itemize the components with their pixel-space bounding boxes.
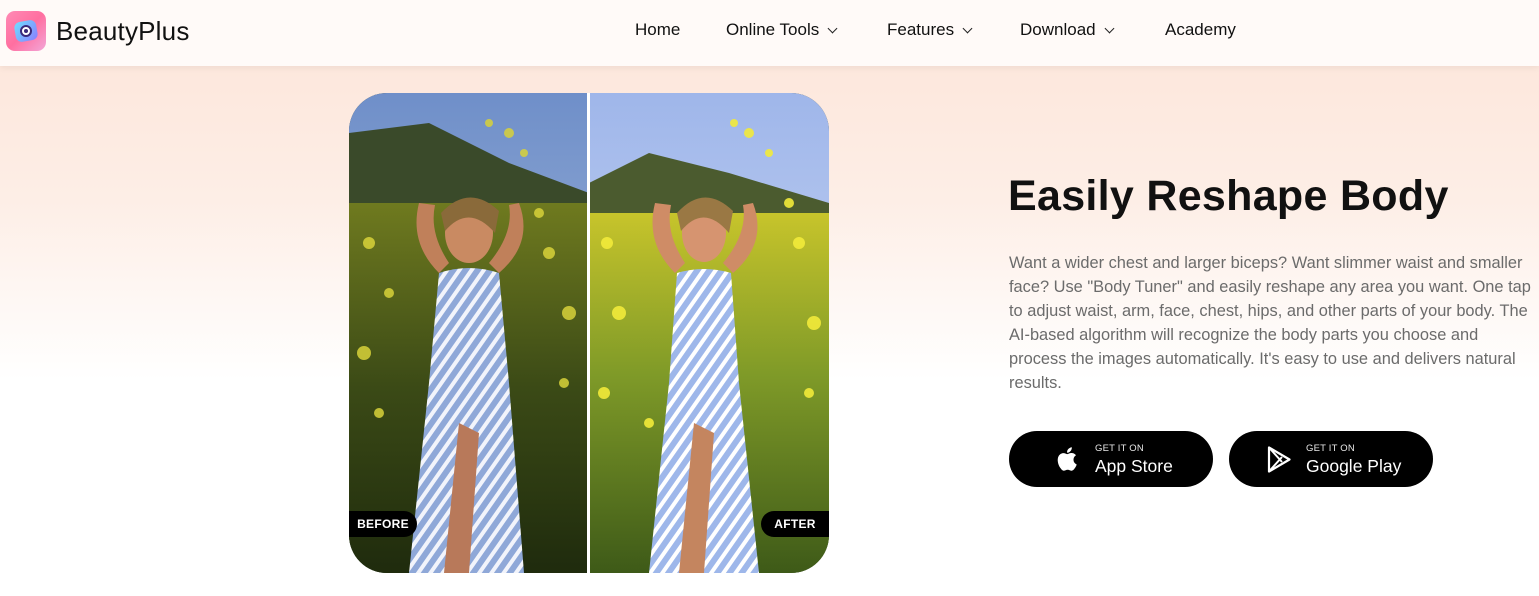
- nav-item-home[interactable]: Home: [635, 20, 680, 40]
- google-play-label: Google Play: [1306, 456, 1402, 476]
- hero-title: Easily Reshape Body: [1008, 172, 1449, 220]
- nav-item-academy[interactable]: Academy: [1165, 20, 1236, 40]
- hero-description: Want a wider chest and larger biceps? Wa…: [1009, 254, 1531, 392]
- app-store-label: App Store: [1095, 456, 1173, 476]
- before-after-comparison[interactable]: BEFORE AFTER: [349, 93, 829, 573]
- comparison-slider-handle[interactable]: [587, 93, 590, 573]
- nav-item-online-tools[interactable]: Online Tools: [726, 20, 838, 40]
- nav-item-download[interactable]: Download: [1020, 20, 1115, 40]
- before-badge: BEFORE: [349, 511, 417, 537]
- site-header: BeautyPlus Home Online Tools Features Do…: [0, 0, 1539, 66]
- apple-icon: [1057, 447, 1077, 471]
- chevron-down-icon: [827, 23, 838, 33]
- app-store-button[interactable]: GET IT ON App Store: [1009, 431, 1213, 487]
- after-badge: AFTER: [761, 511, 829, 537]
- nav-item-label: Home: [635, 20, 681, 39]
- nav-item-label: Online Tools: [726, 20, 820, 39]
- nav-item-features[interactable]: Features: [887, 20, 973, 40]
- nav-item-label: Download: [1020, 20, 1096, 39]
- nav-item-label: Features: [887, 20, 955, 39]
- app-store-small-label: GET IT ON: [1095, 443, 1144, 454]
- google-play-icon: [1267, 446, 1291, 473]
- google-play-button[interactable]: GET IT ON Google Play: [1229, 431, 1433, 487]
- chevron-down-icon: [1104, 23, 1115, 33]
- nav-item-label: Academy: [1165, 20, 1236, 39]
- chevron-down-icon: [962, 23, 973, 33]
- main-nav: Home Online Tools Features Download Acad…: [0, 20, 1539, 44]
- google-play-small-label: GET IT ON: [1306, 443, 1355, 454]
